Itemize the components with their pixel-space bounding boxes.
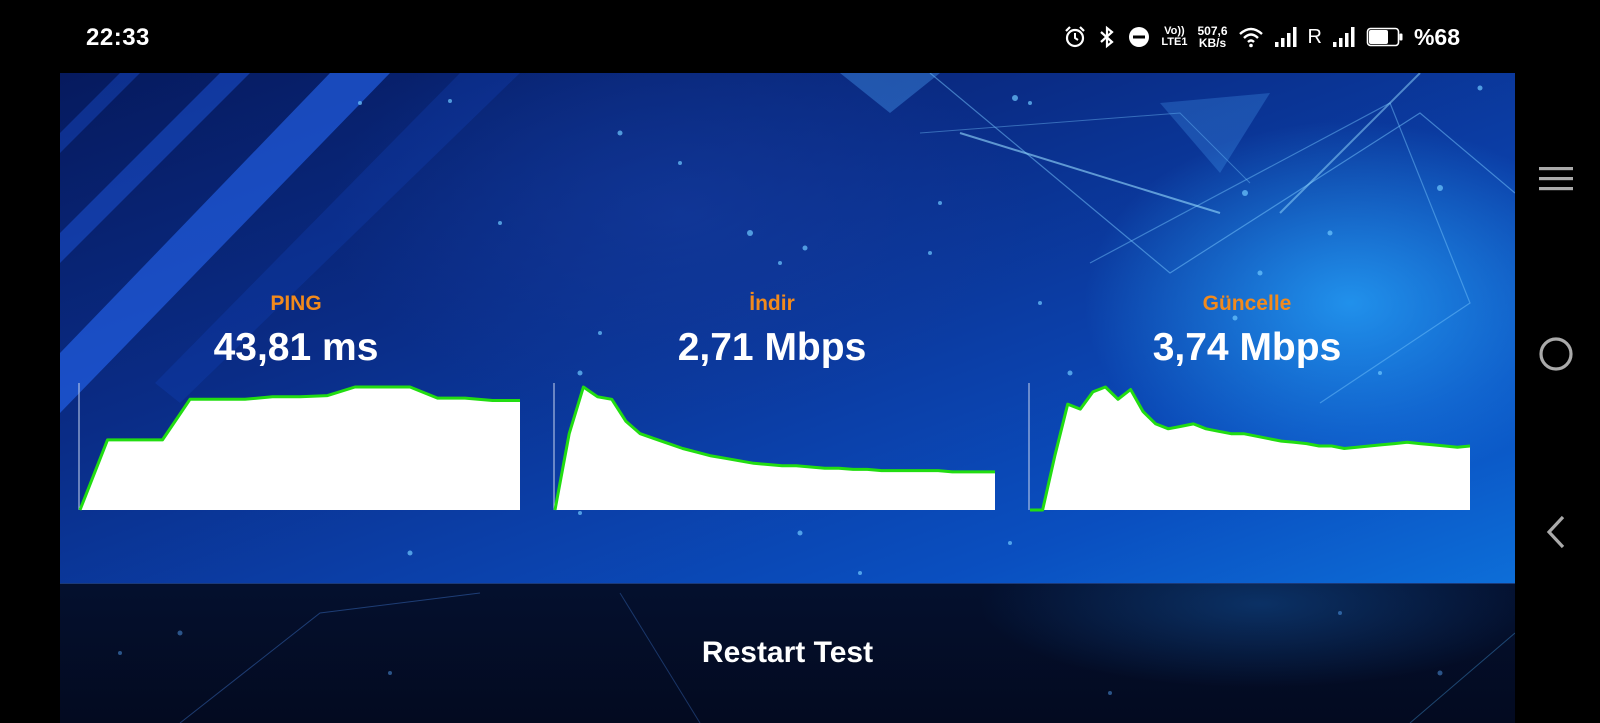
volte-icon: Vo)) LTE1 xyxy=(1161,25,1188,48)
signal-icon xyxy=(1332,26,1356,48)
restart-test-label: Restart Test xyxy=(701,636,874,669)
ping-value: 43,81 ms xyxy=(213,326,379,369)
home-icon[interactable] xyxy=(1537,335,1575,378)
menu-icon[interactable] xyxy=(1537,163,1575,200)
ping-graph xyxy=(78,383,520,511)
status-icons: Vo)) LTE1 507,6 KB/s R %68 xyxy=(1063,22,1460,52)
do-not-disturb-icon xyxy=(1127,25,1151,49)
download-label: İndir xyxy=(749,292,795,315)
download-graph-area xyxy=(555,387,995,510)
status-time: 22:33 xyxy=(86,24,150,51)
download-graph xyxy=(553,383,995,511)
battery-icon xyxy=(1366,26,1404,48)
net-speed: 507,6 KB/s xyxy=(1197,24,1228,50)
signal-icon xyxy=(1274,26,1298,48)
ping-graph-area xyxy=(80,387,520,510)
status-bar: 22:33 Vo)) LTE1 507,6 KB/s R %68 xyxy=(0,0,1600,73)
restart-test-button[interactable]: Restart Test xyxy=(60,583,1515,723)
navigation-bar xyxy=(1515,73,1600,723)
upload-label: Güncelle xyxy=(1202,292,1292,315)
speed-test-app: PING 43,81 ms İndir 2,71 Mbps Güncelle 3… xyxy=(60,73,1515,723)
upload-value: 3,74 Mbps xyxy=(1152,326,1342,369)
back-icon[interactable] xyxy=(1537,513,1575,556)
ping-label: PING xyxy=(270,292,322,315)
alarm-icon xyxy=(1063,25,1087,49)
battery-percent: %68 xyxy=(1413,23,1460,50)
upload-graph-area xyxy=(1030,387,1470,510)
download-value: 2,71 Mbps xyxy=(677,326,867,369)
roaming-label: R xyxy=(1307,25,1322,48)
wifi-icon xyxy=(1238,25,1264,49)
upload-graph xyxy=(1028,383,1471,512)
bluetooth-icon xyxy=(1097,25,1117,49)
